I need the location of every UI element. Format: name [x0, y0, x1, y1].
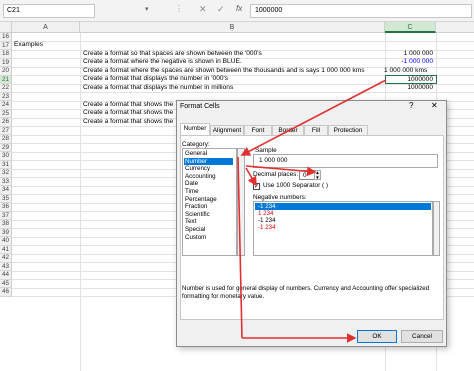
arrow-to-separator [245, 167, 257, 187]
annotation-arrows [237, 79, 387, 343]
arrow-to-number-category [240, 79, 387, 156]
arrow-to-decimal-places [245, 165, 317, 177]
arrow-to-ok-stem [237, 156, 243, 339]
